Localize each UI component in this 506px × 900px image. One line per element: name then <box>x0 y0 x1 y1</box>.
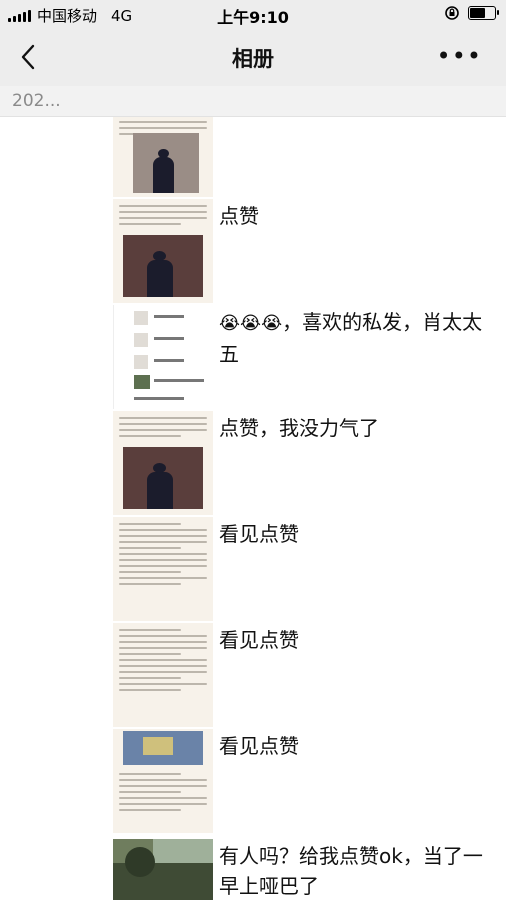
more-options-icon[interactable]: ••• <box>437 44 482 68</box>
post-thumbnail[interactable] <box>113 729 213 833</box>
album-post[interactable]: 看见点赞 <box>0 623 506 727</box>
post-thumbnail[interactable] <box>113 839 213 900</box>
crying-emoji: 😭😭😭 <box>219 313 283 334</box>
post-thumbnail[interactable] <box>113 517 213 621</box>
battery-icon <box>468 6 499 20</box>
post-thumbnail[interactable] <box>113 305 214 409</box>
album-post[interactable] <box>0 117 506 197</box>
status-time: 上午9:10 <box>217 8 289 27</box>
year-header: 202... <box>0 86 506 117</box>
album-post[interactable]: 点赞 <box>0 199 506 303</box>
post-thumbnail[interactable] <box>113 117 213 197</box>
post-thumbnail[interactable] <box>113 623 213 727</box>
nav-bar: 相册 ••• <box>0 28 506 86</box>
album-post[interactable]: 😭😭😭，喜欢的私发，肖太太五 <box>0 305 506 409</box>
status-right <box>444 5 499 21</box>
year-label: 202... <box>12 91 61 111</box>
rotation-lock-icon <box>445 6 459 20</box>
post-caption: 点赞，我没力气了 <box>219 416 379 440</box>
post-caption: 点赞 <box>219 204 259 228</box>
battery-level <box>470 8 485 18</box>
post-caption: 😭😭😭，喜欢的私发，肖太太五 <box>219 307 494 369</box>
album-post[interactable]: 看见点赞 <box>0 729 506 833</box>
album-post[interactable]: 点赞，我没力气了 <box>0 411 506 515</box>
post-caption: 看见点赞 <box>219 522 299 546</box>
post-thumbnail[interactable] <box>113 411 213 515</box>
album-post[interactable]: 有人吗？给我点赞ok，当了一早上哑巴了 <box>0 839 506 900</box>
status-bar: 中国移动 4G 上午9:10 <box>0 0 506 28</box>
page-title: 相册 <box>232 47 274 71</box>
post-caption: 看见点赞 <box>219 734 299 758</box>
post-caption: 看见点赞 <box>219 628 299 652</box>
post-caption: 有人吗？给我点赞ok，当了一早上哑巴了 <box>219 844 483 898</box>
album-post[interactable]: 看见点赞 <box>0 517 506 621</box>
album-feed[interactable]: 点赞 😭😭😭，喜欢的私发，肖太太五 点赞，我没力气了 看见点赞 看见点赞 看见点… <box>0 117 506 900</box>
post-thumbnail[interactable] <box>113 199 213 303</box>
